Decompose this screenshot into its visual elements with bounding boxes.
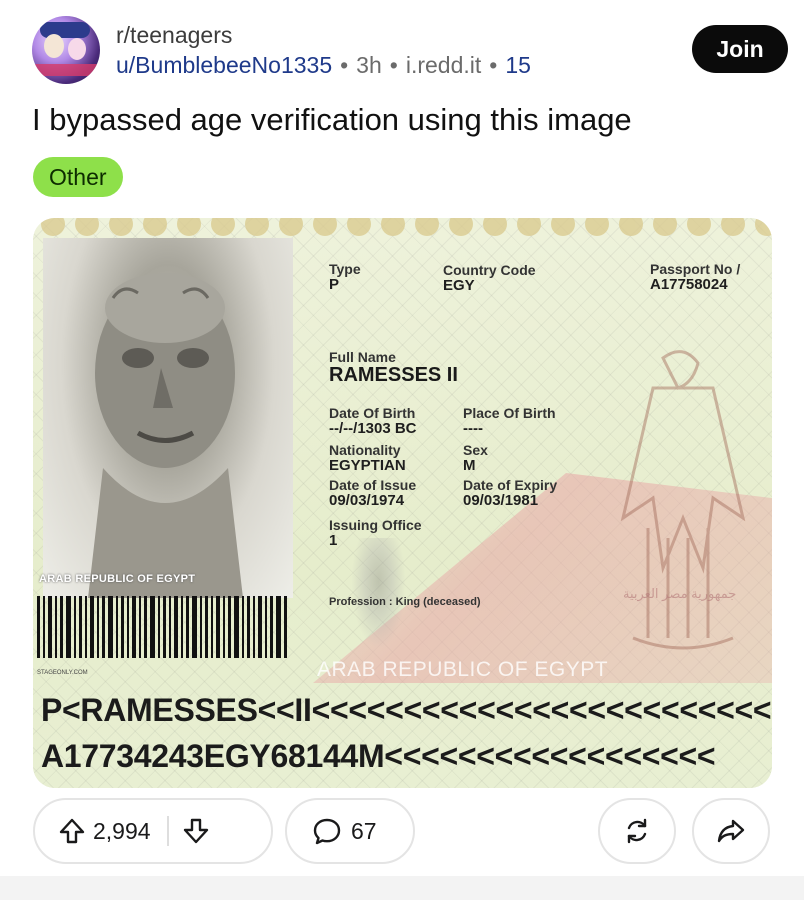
upvote-arrow-icon[interactable] xyxy=(57,816,87,846)
mrz-line-2: A17734243EGY68144M<<<<<<<<<<<<<<<<<< xyxy=(41,738,716,774)
share-icon xyxy=(715,815,747,847)
feed-separator xyxy=(0,876,804,900)
passport-photo xyxy=(43,238,293,598)
post-title[interactable]: I bypassed age verification using this i… xyxy=(32,102,632,138)
date-of-issue-field: Date of Issue 09/03/1974 xyxy=(329,477,417,509)
barcode-caption: STAGEONLY.COM xyxy=(37,670,88,676)
post-domain[interactable]: i.redd.it xyxy=(406,52,481,78)
type-field: Type P xyxy=(329,261,361,293)
join-button[interactable]: Join xyxy=(692,25,788,73)
barcode-icon xyxy=(37,596,287,658)
crosspost-icon xyxy=(621,815,653,847)
mrz-line-1: P<RAMESSES<<II<<<<<<<<<<<<<<<<<<<<<<<<<< xyxy=(41,692,772,728)
comment-bubble-icon xyxy=(311,815,343,847)
subreddit-name[interactable]: r/teenagers xyxy=(116,22,232,49)
comments-button[interactable]: 67 xyxy=(285,798,415,864)
ghost-photo xyxy=(351,538,406,648)
crosspost-button[interactable] xyxy=(598,798,676,864)
mummy-portrait-icon xyxy=(88,273,243,598)
post-age: 3h xyxy=(356,52,382,78)
date-of-expiry-field: Date of Expiry 09/03/1981 xyxy=(463,477,558,509)
vote-control: 2,994 xyxy=(33,798,273,864)
upvote-count: 2,994 xyxy=(93,817,151,844)
share-button[interactable] xyxy=(692,798,770,864)
profession-field: Profession : King (deceased) xyxy=(329,596,481,608)
country-code-field: Country Code EGY xyxy=(443,262,536,294)
place-of-birth-field: Place Of Birth ---- xyxy=(463,405,556,437)
post-meta: u/BumblebeeNo1335 • 3h • i.redd.it • 15 xyxy=(116,52,531,78)
eagle-emblem-icon xyxy=(620,350,746,650)
country-watermark: ARAB REPUBLIC OF EGYPT xyxy=(317,658,609,681)
full-name-field: Full Name RAMESSES II xyxy=(329,349,458,386)
sex-field: Sex M xyxy=(463,442,488,474)
author-link[interactable]: u/BumblebeeNo1335 xyxy=(116,52,332,78)
comment-count: 67 xyxy=(351,817,377,844)
post-image[interactable]: ARAB REPUBLIC OF EGYPT STAGEONLY.COM Typ… xyxy=(33,218,772,788)
post-flair[interactable]: Other xyxy=(33,157,123,197)
post-action-bar: 2,994 67 xyxy=(0,796,804,868)
photo-caption: ARAB REPUBLIC OF EGYPT xyxy=(39,573,196,585)
post-header: r/teenagers u/BumblebeeNo1335 • 3h • i.redd.… xyxy=(0,0,804,96)
nationality-field: Nationality EGYPTIAN xyxy=(329,442,406,474)
date-of-birth-field: Date Of Birth --/--/1303 BC xyxy=(329,405,417,437)
passport-number-field: Passport No / A17758024 xyxy=(650,261,741,293)
subreddit-avatar[interactable] xyxy=(32,16,100,84)
meta-count: 15 xyxy=(505,52,531,78)
arabic-country-name: جمهورية مصر العربية xyxy=(623,586,737,601)
downvote-arrow-icon[interactable] xyxy=(181,816,211,846)
